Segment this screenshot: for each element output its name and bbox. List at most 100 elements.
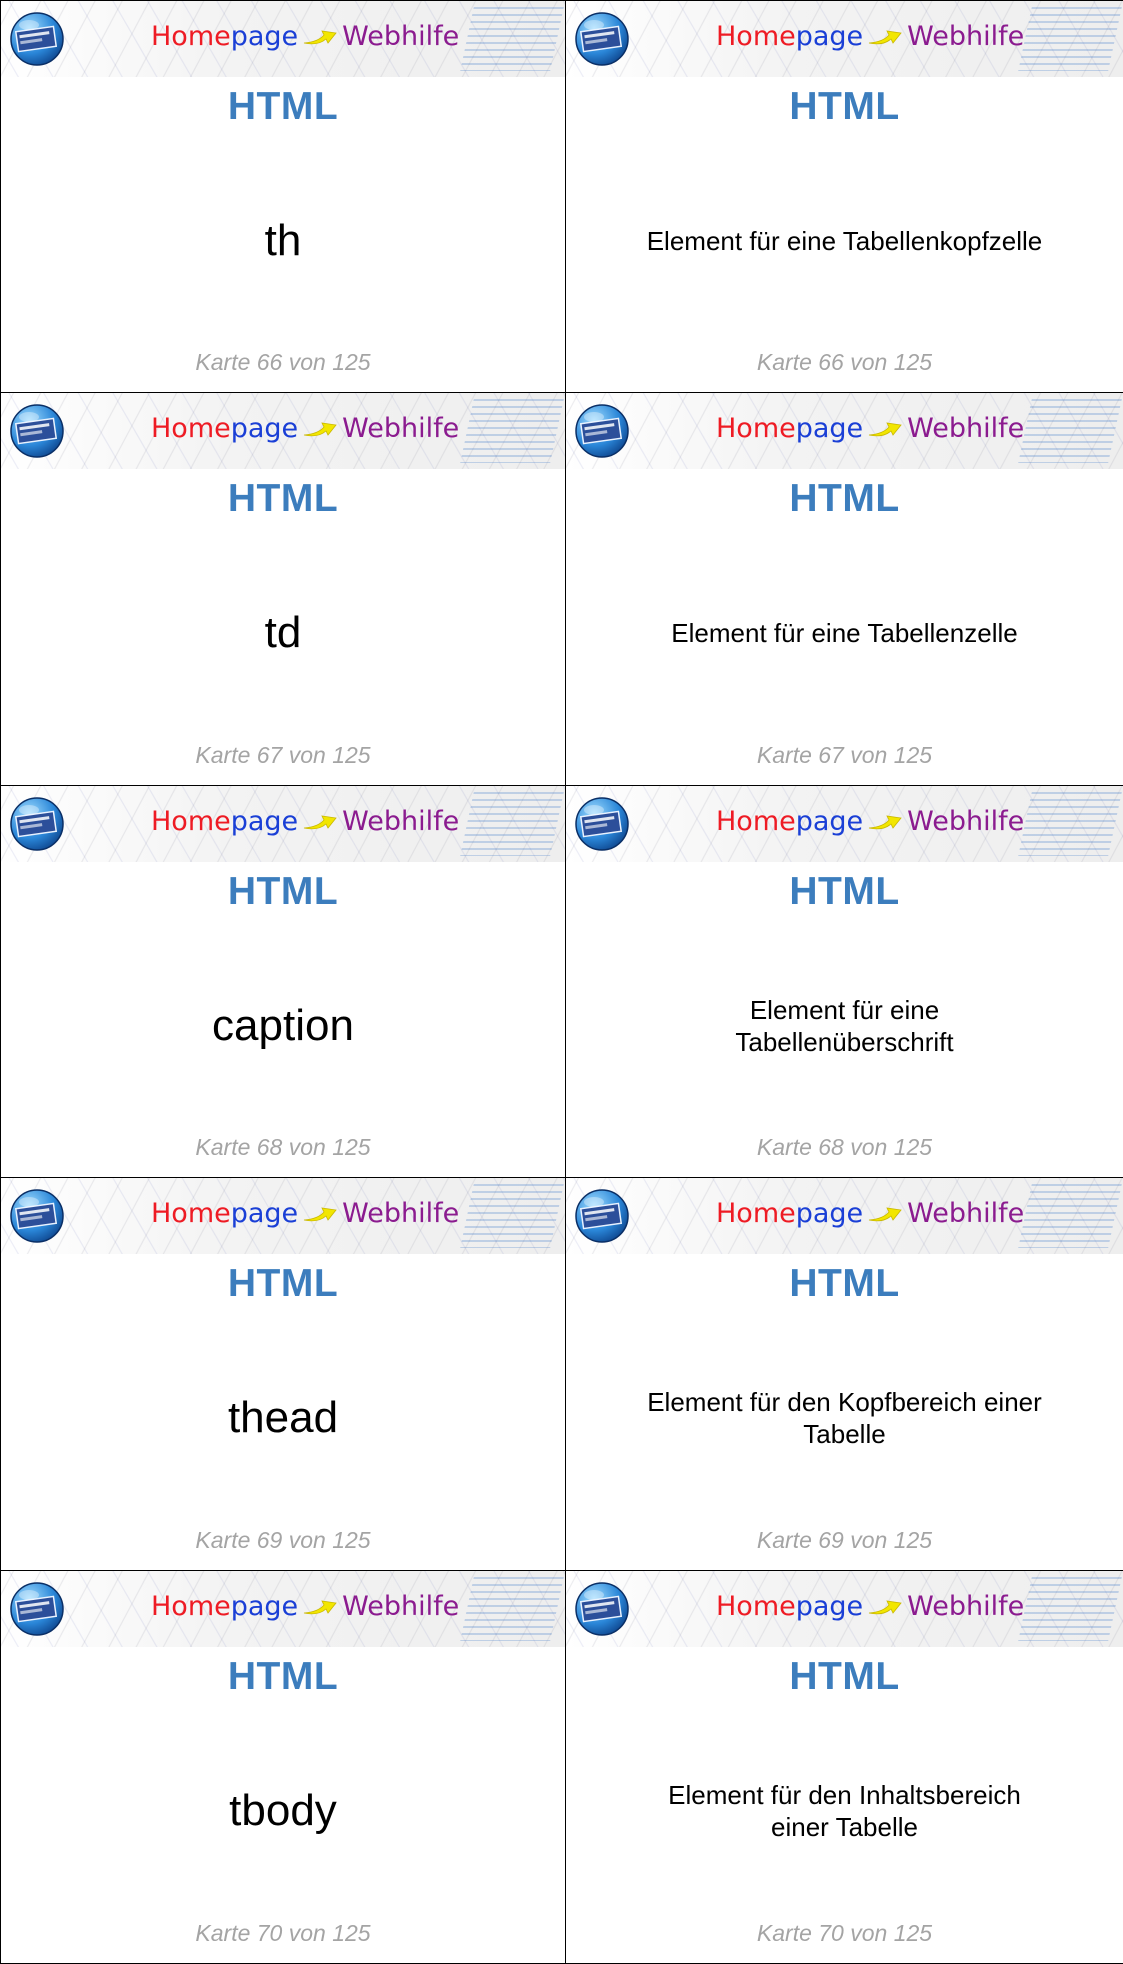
logo-wordmark: Homepage Webhilfe [151,1197,459,1231]
card-subject: HTML [789,1655,900,1699]
banner: Homepage Webhilfe [566,785,1123,862]
flashcard-back: Homepage Webhilfe HTML Element für den In… [566,1571,1123,1964]
globe-icon [10,1582,64,1636]
arrow-icon [869,422,902,437]
banner-code-lines [1018,7,1122,71]
logo-page-text: page [795,412,864,444]
arrow-icon [304,1207,337,1222]
logo-page-text: page [795,1591,864,1623]
flashcard-front: Homepage Webhilfe HTML td Karte 67 von 12… [0,392,566,786]
logo-wordmark: Homepage Webhilfe [151,412,459,446]
logo-home-text: Home [151,21,231,52]
arrow-icon [869,30,902,45]
card-term: caption [212,1000,354,1050]
logo-wordmark: Homepage Webhilfe [151,20,459,54]
arrow-icon [869,1207,902,1222]
logo-home-text: Home [151,1198,231,1230]
card-footer: Karte 69 von 125 [756,1527,933,1554]
logo-wordmark: Homepage Webhilfe [716,20,1024,54]
card-subject: HTML [789,476,900,520]
card-subject: HTML [789,869,900,913]
logo-page-text: page [795,1198,864,1230]
banner-code-lines [1018,1577,1122,1642]
card-definition: Element für den Kopfbereich einer Tabell… [647,1387,1042,1450]
logo-page-text: page [230,1591,299,1623]
flashcard-front: Homepage Webhilfe HTML tbody Karte 70 von… [0,1571,566,1964]
flashcard-back: Homepage Webhilfe HTML Element für eine T… [566,785,1123,1179]
banner: Homepage Webhilfe [566,392,1123,469]
logo-web-text: Webhilfe [907,1198,1025,1230]
banner-code-lines [1018,791,1122,856]
banner-code-lines [460,1184,564,1249]
logo-wordmark: Homepage Webhilfe [151,805,459,839]
banner-code-lines [460,1577,564,1642]
banner: Homepage Webhilfe [1,1571,565,1648]
card-subject: HTML [789,85,900,128]
globe-icon [10,404,64,458]
logo-web-text: Webhilfe [342,1198,460,1230]
card-definition: Element für eine Tabellenzelle [671,617,1018,648]
flashcard-back: Homepage Webhilfe HTML Element für eine T… [566,0,1123,393]
logo-home-text: Home [151,1591,231,1623]
globe-icon [575,12,629,66]
card-footer: Karte 67 von 125 [756,741,933,768]
banner-code-lines [1018,1184,1122,1249]
flashcard-sheet: Homepage Webhilfe HTML th Karte 66 von 12… [0,0,1123,1964]
banner: Homepage Webhilfe [1,1178,565,1255]
flashcard-front: Homepage Webhilfe HTML caption Karte 68 v… [0,785,566,1179]
card-footer: Karte 70 von 125 [195,1919,371,1946]
card-footer: Karte 67 von 125 [195,741,371,768]
logo-wordmark: Homepage Webhilfe [716,412,1024,446]
logo-home-text: Home [716,805,796,837]
arrow-icon [869,815,902,829]
globe-icon [575,404,629,458]
arrow-icon [304,815,337,829]
banner: Homepage Webhilfe [566,1571,1123,1648]
flashcard-front: Homepage Webhilfe HTML th Karte 66 von 12… [0,0,566,393]
banner: Homepage Webhilfe [1,1,565,77]
banner-code-lines [460,7,564,71]
arrow-icon [869,1600,902,1615]
globe-icon [575,796,629,851]
logo-home-text: Home [716,21,796,52]
arrow-icon [304,1600,337,1615]
card-subject: HTML [227,1655,339,1699]
logo-web-text: Webhilfe [907,805,1025,837]
logo-web-text: Webhilfe [342,1591,460,1623]
banner: Homepage Webhilfe [1,392,565,469]
card-subject: HTML [227,85,339,128]
card-subject: HTML [227,869,339,913]
logo-page-text: page [230,805,299,837]
globe-icon [10,1189,64,1244]
logo-page-text: page [230,1198,299,1230]
card-footer: Karte 69 von 125 [195,1527,371,1554]
logo-web-text: Webhilfe [342,805,460,837]
globe-icon [575,1582,629,1636]
logo-wordmark: Homepage Webhilfe [716,805,1024,839]
banner-code-lines [460,791,564,856]
logo-home-text: Home [716,1591,796,1623]
card-subject: HTML [227,476,339,520]
arrow-icon [304,422,337,437]
card-footer: Karte 68 von 125 [756,1134,933,1161]
globe-icon [10,796,64,851]
logo-home-text: Home [151,412,231,444]
flashcard-front: Homepage Webhilfe HTML thead Karte 69 von… [0,1178,566,1572]
logo-wordmark: Homepage Webhilfe [716,1590,1024,1624]
flashcard-back: Homepage Webhilfe HTML Element für eine T… [566,392,1123,786]
card-definition: Element für den Inhaltsbereich einer Tab… [668,1780,1021,1843]
logo-home-text: Home [716,1198,796,1230]
logo-wordmark: Homepage Webhilfe [716,1197,1024,1231]
card-footer: Karte 68 von 125 [195,1134,371,1161]
logo-web-text: Webhilfe [907,412,1025,444]
card-footer: Karte 70 von 125 [756,1919,933,1946]
card-term: thead [227,1393,339,1443]
card-footer: Karte 66 von 125 [756,348,933,375]
logo-home-text: Home [151,805,231,837]
logo-web-text: Webhilfe [907,21,1025,52]
banner: Homepage Webhilfe [1,785,565,862]
logo-page-text: page [230,21,299,52]
card-subject: HTML [227,1262,339,1306]
banner: Homepage Webhilfe [566,1178,1123,1255]
flashcard-grid: Homepage Webhilfe HTML th Karte 66 von 12… [0,0,1123,1964]
